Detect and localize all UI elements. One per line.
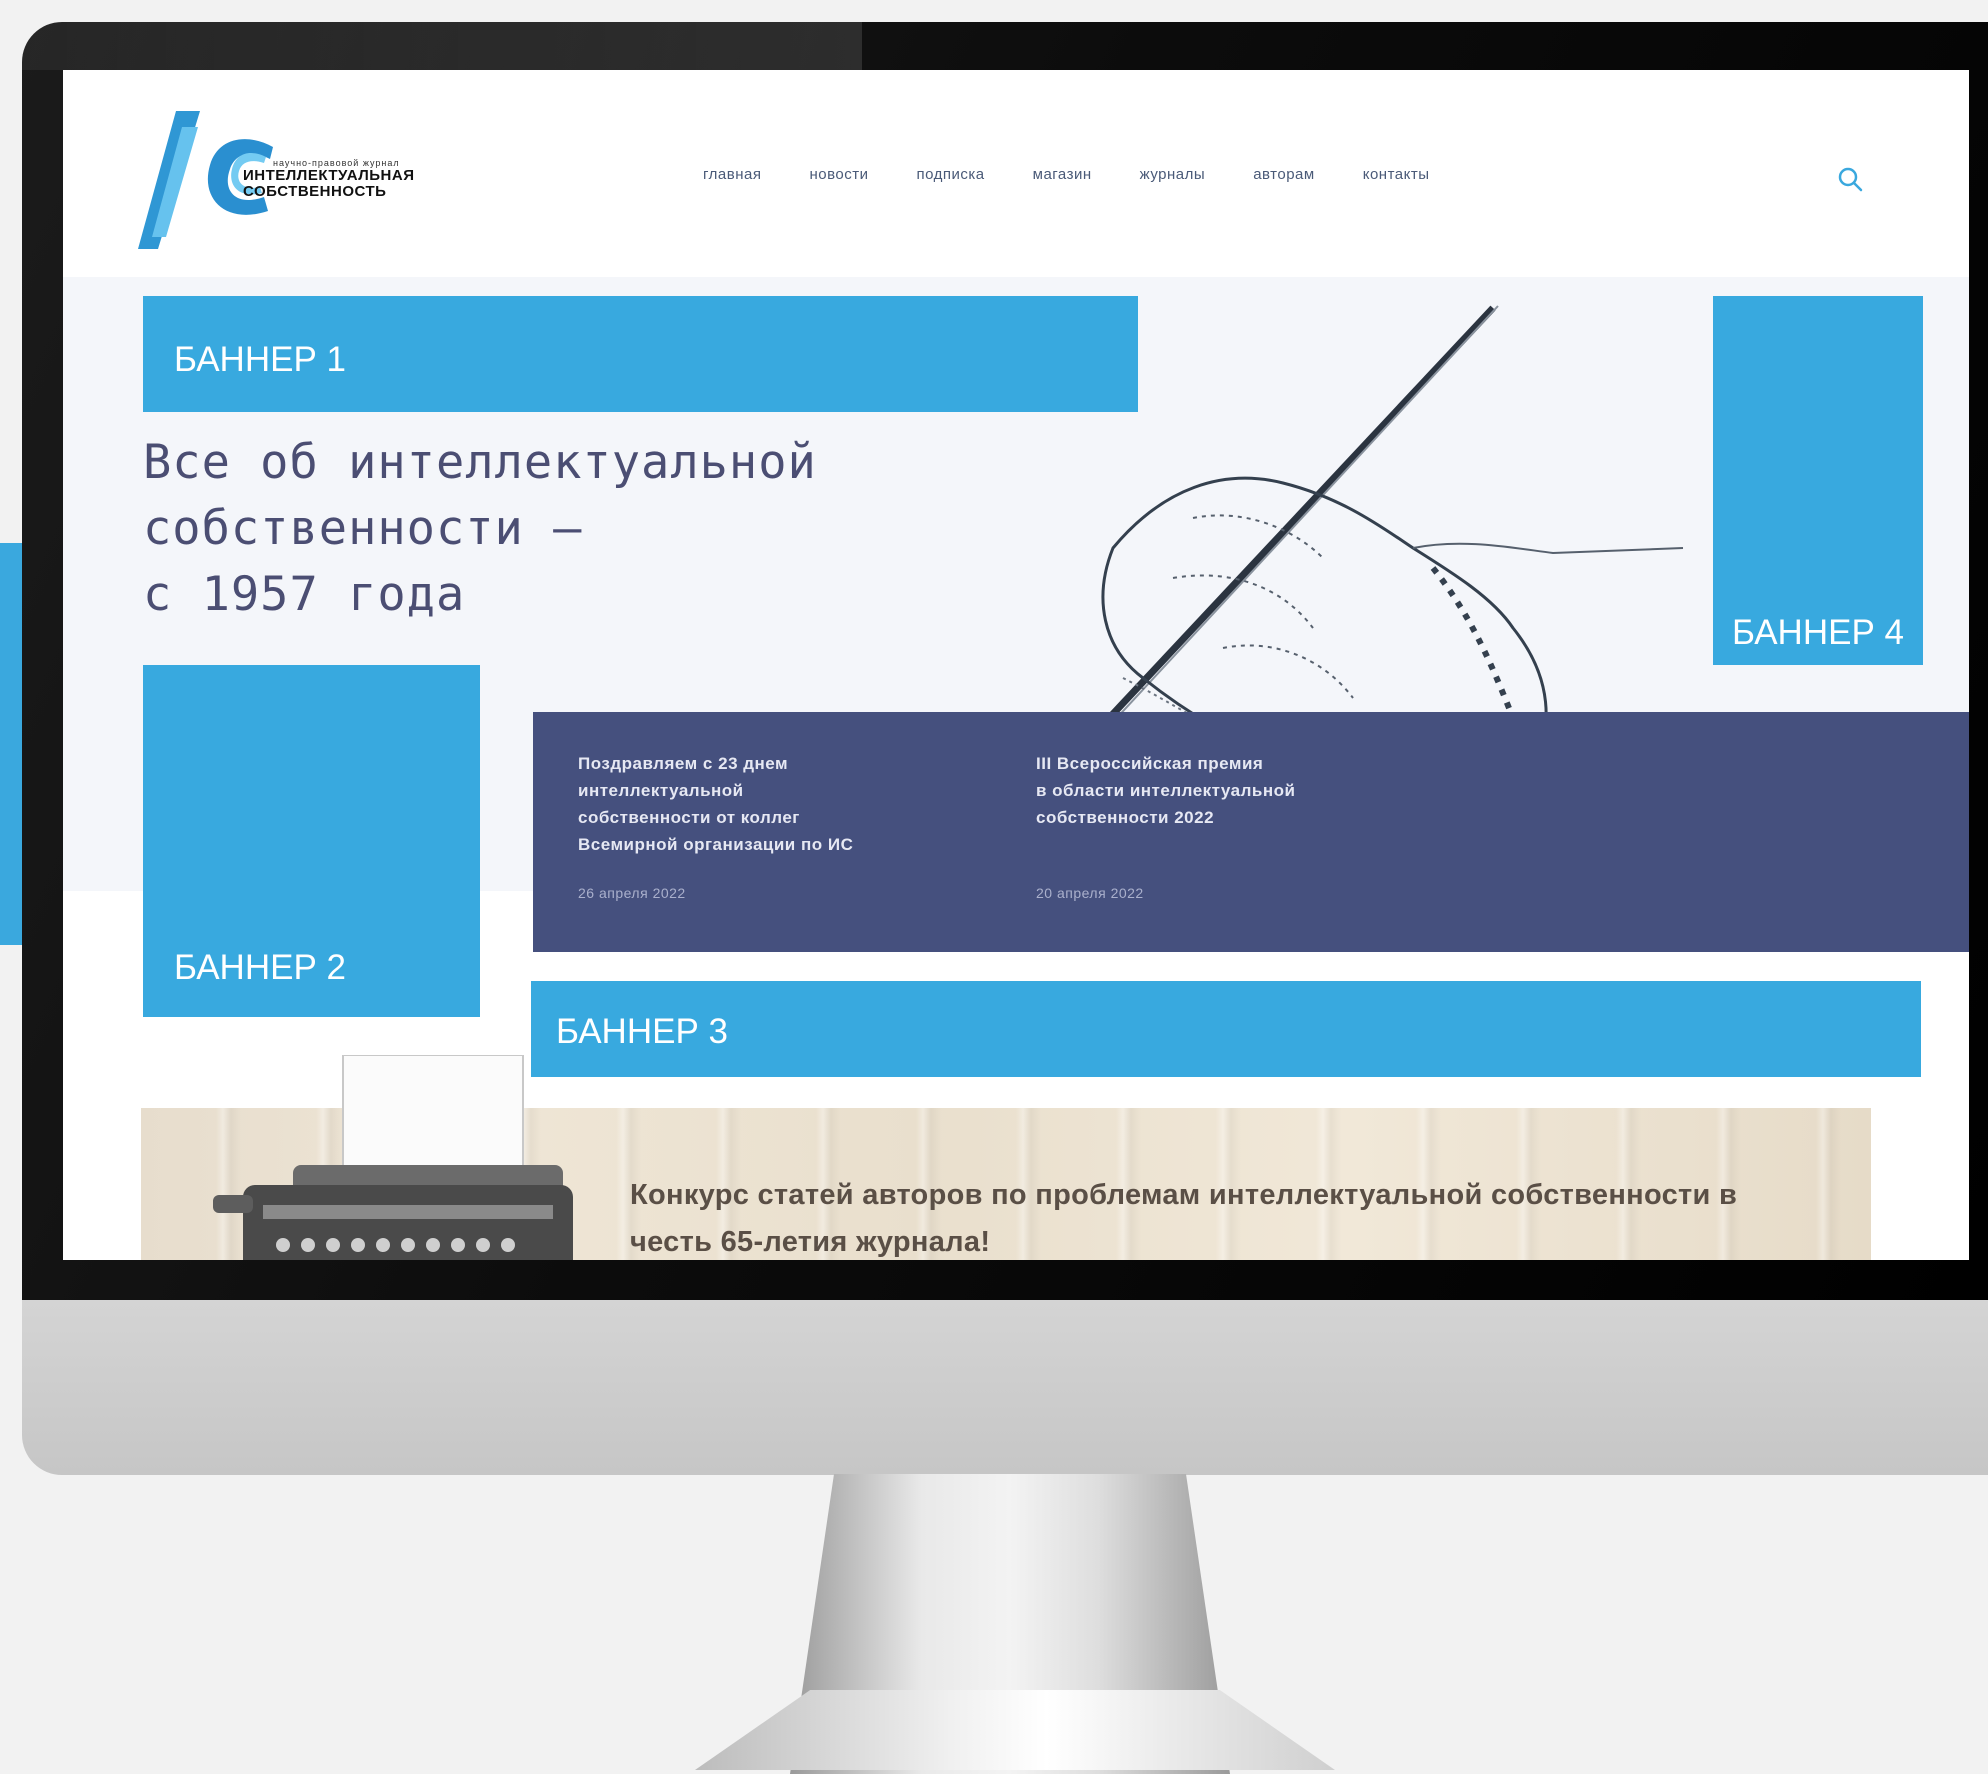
- banner-1[interactable]: БАННЕР 1: [143, 296, 1138, 412]
- news-strip: Поздравляем с 23 днем интеллектуальной с…: [533, 712, 1969, 952]
- hero-title: Все об интеллектуальной собственности – …: [143, 430, 1043, 628]
- news-item-1-line-3: собственности от коллег: [578, 808, 800, 827]
- nav-item-authors[interactable]: авторам: [1253, 166, 1315, 183]
- nav-item-subscription[interactable]: подписка: [917, 166, 985, 183]
- news-item-1-line-2: интеллектуальной: [578, 781, 744, 800]
- hero-title-line-3: с 1957 года: [143, 567, 466, 622]
- news-item-2-line-1: III Всероссийская премия: [1036, 754, 1264, 773]
- nav-item-news[interactable]: новости: [809, 166, 868, 183]
- typewriter-illustration: [213, 1055, 573, 1260]
- logo-line-1: ИНТЕЛЛЕКТУАЛЬНАЯ: [243, 167, 415, 184]
- hero-title-line-1: Все об интеллектуальной: [143, 435, 817, 490]
- news-item-2-line-2: в области интеллектуальной: [1036, 781, 1296, 800]
- nav-item-shop[interactable]: магазин: [1033, 166, 1092, 183]
- main-nav: главная новости подписка магазин журналы…: [703, 166, 1478, 183]
- monitor-gloss: [22, 22, 862, 70]
- news-item-2[interactable]: III Всероссийская премия в области интел…: [1036, 750, 1456, 907]
- news-item-1-date: 26 апреля 2022: [578, 885, 686, 901]
- hero-title-line-2: собственности –: [143, 501, 583, 556]
- promo-text[interactable]: Конкурс статей авторов по проблемам инте…: [630, 1172, 1880, 1260]
- nav-item-contacts[interactable]: контакты: [1363, 166, 1430, 183]
- news-item-1-line-1: Поздравляем с 23 днем: [578, 754, 789, 773]
- website-screen: научно-правовой журнал ИНТЕЛЛЕКТУАЛЬНАЯ …: [63, 70, 1969, 1260]
- nav-item-home[interactable]: главная: [703, 166, 761, 183]
- monitor-stand-base: [695, 1690, 1335, 1770]
- monitor-chin: [22, 1300, 1988, 1475]
- news-item-2-line-3: собственности 2022: [1036, 808, 1215, 827]
- logo-text[interactable]: научно-правовой журнал ИНТЕЛЛЕКТУАЛЬНАЯ …: [243, 158, 443, 200]
- banner-2[interactable]: БАННЕР 2: [143, 665, 480, 1017]
- news-item-2-date: 20 апреля 2022: [1036, 885, 1144, 901]
- banner-4[interactable]: БАННЕР 4: [1713, 296, 1923, 665]
- nav-item-journals[interactable]: журналы: [1140, 166, 1206, 183]
- promo-text-line-1: Конкурс статей авторов по проблемам инте…: [630, 1179, 1738, 1211]
- logo-line-2: СОБСТВЕННОСТЬ: [243, 183, 387, 200]
- banner-3[interactable]: БАННЕР 3: [531, 981, 1921, 1077]
- news-item-1[interactable]: Поздравляем с 23 днем интеллектуальной с…: [578, 750, 998, 907]
- promo-text-line-2: честь 65-летия журнала!: [630, 1226, 991, 1258]
- search-icon[interactable]: [1836, 165, 1864, 193]
- left-accent-bar: [0, 543, 22, 945]
- news-item-1-line-4: Всемирной организации по ИС: [578, 835, 854, 854]
